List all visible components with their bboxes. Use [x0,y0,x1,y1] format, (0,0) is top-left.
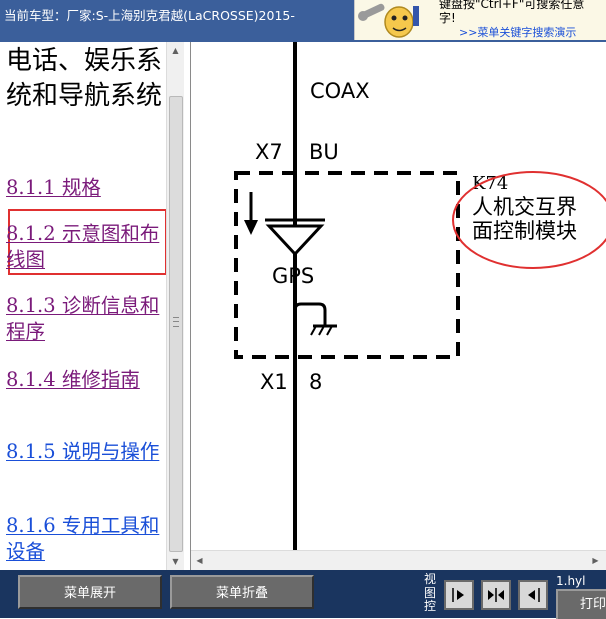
arrow-left-icon [528,588,540,602]
scroll-left-icon[interactable]: ◀ [191,551,208,571]
toc-item-special-tools[interactable]: 8.1.6 专用工具和设备 [6,513,164,565]
connector-x1-label: X1 [260,370,288,394]
wiring-diagram: COAX X7 BU GPS X1 8 K74 人机交互界 面控制模块 [191,42,606,550]
scroll-up-icon[interactable]: ▲ [167,42,184,59]
signal-arrow-icon [244,220,258,235]
scroll-down-icon[interactable]: ▼ [167,553,184,570]
module-name-line1: 人机交互界 [472,195,577,219]
expand-menu-button[interactable]: 菜单展开 [18,575,162,609]
scrollbar-thumb[interactable] [169,96,183,552]
vehicle-model-title: 当前车型：厂家:S-上海别克君越(LaCROSSE)2015- [4,8,295,23]
view-control-label: 视图控 [424,572,437,613]
split-view-icon [488,588,504,602]
search-tip-text: 键盘按"Ctrl+F"可搜索任意 字! [439,0,585,25]
connector-x7-label: X7 [255,140,283,164]
shield-line [293,302,327,354]
pin-number-label: 8 [309,370,322,394]
view-split-button[interactable] [481,580,511,610]
sidebar-scrollbar[interactable]: ▲ ▼ [166,42,184,570]
toc-item-diagnostics[interactable]: 8.1.3 诊断信息和程序 [6,293,164,345]
toc-item-description-operation[interactable]: 8.1.5 说明与操作 [6,439,164,465]
file-name-label: 1.hyl [556,574,586,588]
keyword-search-demo-link[interactable]: >>菜单关键字搜索演示 [459,24,576,40]
wire-color-label: BU [309,140,339,164]
module-name-line2: 面控制模块 [472,219,577,243]
antenna-icon [265,224,325,257]
module-boundary [234,171,460,359]
toc-item-specifications[interactable]: 8.1.1 规格 [6,175,164,201]
top-bar: 当前车型：厂家:S-上海别克君越(LaCROSSE)2015- 键盘按"Ctrl… [0,0,606,42]
coax-label: COAX [310,79,370,103]
diagram-horizontal-scrollbar[interactable]: ◀ ▶ [191,550,606,571]
view-expand-right-button[interactable] [444,580,474,610]
toc-item-repair-guide[interactable]: 8.1.4 维修指南 [6,367,164,393]
bottom-toolbar: 菜单展开 菜单折叠 视图控 1.hyl 打印 [0,570,606,619]
sidebar: 电话、娱乐系统和导航系统 8.1.1 规格 8.1.2 示意图和布线图 8.1.… [0,42,191,570]
arrow-right-icon [452,588,464,602]
section-title: 电话、娱乐系统和导航系统 [6,46,163,111]
gps-label: GPS [272,264,314,288]
mascot-icon [358,3,419,38]
toc-item-schematics[interactable]: 8.1.2 示意图和布线图 [6,221,164,273]
view-expand-left-button[interactable] [518,580,548,610]
scroll-right-icon[interactable]: ▶ [587,551,604,571]
schematic-svg: COAX X7 BU GPS X1 8 K74 人机交互界 面控制模块 [234,42,606,550]
collapse-menu-button[interactable]: 菜单折叠 [170,575,314,609]
search-tip-banner: 键盘按"Ctrl+F"可搜索任意 字! >>菜单关键字搜索演示 [354,0,606,40]
print-button[interactable]: 打印 [556,589,606,619]
